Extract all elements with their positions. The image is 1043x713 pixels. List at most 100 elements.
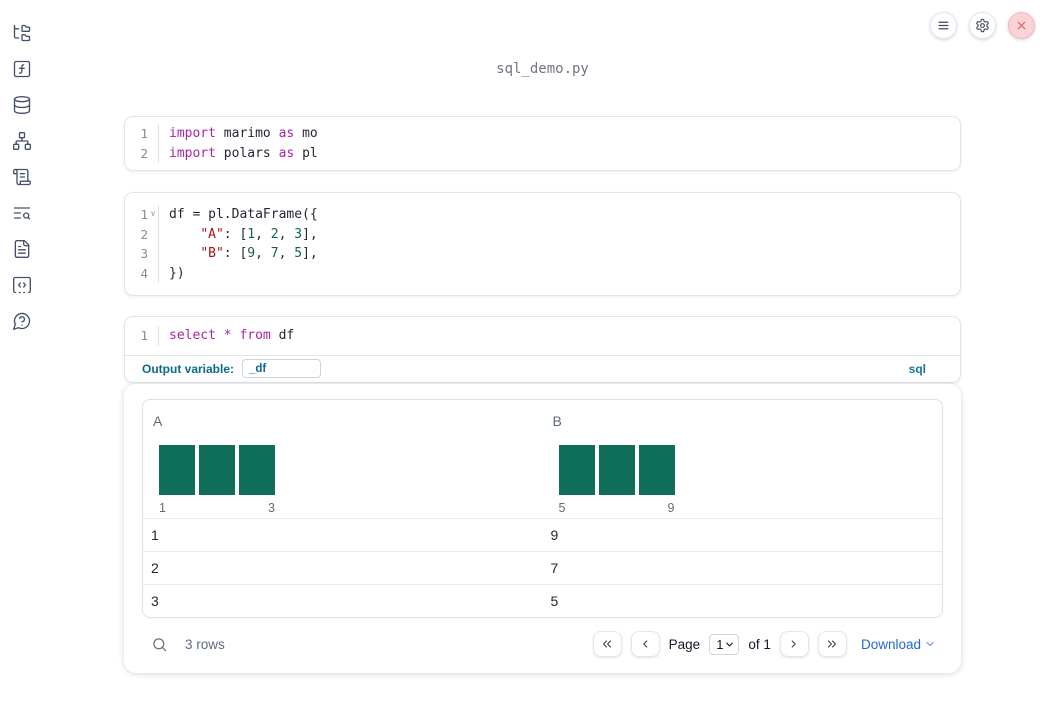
column-label[interactable]: A [153, 413, 543, 429]
notebook: sql_demo.py 1 import marimo as mo 2 import … [124, 0, 961, 673]
token-pl: , [278, 246, 295, 261]
code-line[interactable]: 4}) [125, 263, 960, 283]
table-cell[interactable]: 3 [143, 593, 543, 609]
histogram-tick: 1 [159, 500, 166, 515]
histogram-tick: 3 [268, 500, 275, 515]
code-text[interactable]: "B": [9, 7, 5], [158, 244, 960, 264]
logs-search-icon[interactable] [8, 199, 36, 227]
code-text[interactable]: "A": [1, 2, 3], [158, 224, 960, 244]
column-histogram[interactable]: 59 [558, 444, 675, 515]
documentation-icon[interactable] [8, 235, 36, 263]
first-page-button[interactable] [592, 631, 622, 657]
functions-icon[interactable] [8, 55, 36, 83]
table-column-header[interactable]: B 59 [543, 400, 943, 518]
chevron-down-icon [926, 641, 934, 647]
sql-cell-footer: Output variable: sql [125, 354, 960, 382]
search-icon[interactable] [150, 635, 168, 653]
token-pl: : [ [223, 246, 248, 261]
token-kw: * [223, 328, 232, 343]
chevron-down-icon [726, 642, 734, 646]
file-tree-icon[interactable] [8, 19, 36, 47]
gear-icon [975, 18, 990, 33]
table-row[interactable]: 35 [143, 583, 943, 617]
line-number: 4 [140, 265, 148, 281]
token-pl: }) [169, 265, 185, 281]
table-cell[interactable]: 5 [543, 593, 943, 609]
table-cell[interactable]: 1 [143, 527, 543, 543]
token-pl: , [278, 226, 295, 242]
code-line[interactable]: 3 "B": [9, 7, 5], [125, 244, 960, 264]
token-num: 1 [247, 226, 256, 242]
code-cell-dataframe[interactable]: 1 ∨ df = pl.DataFrame({ 2 "A": [1, 2, 3], 3 … [124, 192, 961, 296]
shutdown-button[interactable] [1008, 12, 1035, 39]
next-page-button[interactable] [779, 631, 809, 657]
last-page-button[interactable] [817, 631, 847, 657]
language-badge: sql [908, 361, 926, 376]
token-str: "A" [200, 226, 224, 242]
table-body: 192735 [143, 517, 943, 617]
token-kw: select [169, 328, 216, 343]
snippets-icon[interactable] [8, 271, 36, 299]
table-cell[interactable]: 9 [543, 527, 943, 543]
table-row[interactable]: 19 [143, 517, 943, 551]
fold-chevron-icon[interactable]: ∨ [148, 205, 158, 225]
token-num: 2 [270, 226, 279, 242]
histogram-bars [558, 444, 675, 495]
token-pl: df [270, 328, 295, 343]
histogram-bar [598, 444, 635, 495]
histogram-bar [638, 444, 675, 495]
code-line[interactable]: 2 import polars as pl [125, 143, 960, 164]
token-pl: df = pl.DataFrame({ [169, 207, 318, 222]
prev-page-button[interactable] [630, 631, 660, 657]
datasources-icon[interactable] [8, 91, 36, 119]
page-select-value: 1 [716, 636, 724, 652]
code-text[interactable]: }) [158, 263, 960, 283]
sql-cell[interactable]: 1 select * from df Output variable: sql [124, 316, 961, 383]
token-pl: pl [294, 145, 318, 161]
help-icon[interactable] [8, 307, 36, 335]
code-line[interactable]: 1 select * from df [125, 326, 960, 346]
token-pl: ], [302, 226, 318, 242]
line-number: 1 [140, 328, 148, 343]
dependency-graph-icon[interactable] [8, 127, 36, 155]
token-pl: , [255, 246, 271, 261]
download-button[interactable]: Download [861, 637, 936, 652]
pagination: Page 1 of 1 Download [592, 631, 936, 657]
code-text[interactable]: select * from df [158, 326, 960, 346]
output-variable-input[interactable] [242, 359, 322, 378]
code-line[interactable]: 2 "A": [1, 2, 3], [125, 224, 960, 244]
line-number: 2 [140, 145, 148, 161]
table-cell[interactable]: 2 [143, 560, 543, 576]
fold-gutter [148, 144, 158, 164]
column-histogram[interactable]: 13 [159, 444, 275, 515]
token-kw: from [239, 328, 271, 343]
code-text[interactable]: import marimo as mo [158, 124, 960, 144]
token-kw: as [278, 145, 295, 161]
scratchpad-icon[interactable] [8, 163, 36, 191]
line-number: 3 [140, 246, 148, 261]
histogram-bar [199, 444, 235, 495]
column-label[interactable]: B [553, 413, 943, 429]
download-label: Download [860, 636, 921, 652]
page-of-label: of 1 [748, 636, 771, 652]
table-row[interactable]: 27 [143, 550, 943, 584]
table-header: A13B59 [143, 400, 942, 518]
settings-button[interactable] [969, 12, 996, 39]
page-select[interactable]: 1 [709, 633, 740, 655]
code-text[interactable]: df = pl.DataFrame({ [158, 205, 960, 225]
sql-output: A13B59 192735 3 rows Page 1 of 1 Downloa… [124, 383, 961, 673]
token-num: 5 [294, 246, 303, 261]
table-cell[interactable]: 7 [543, 560, 943, 576]
table-footer: 3 rows Page 1 of 1 Download [142, 618, 943, 671]
token-kw: import [169, 126, 216, 141]
table-column-header[interactable]: A13 [143, 400, 543, 518]
code-line[interactable]: 1 ∨ df = pl.DataFrame({ [125, 205, 960, 225]
token-num: 3 [294, 226, 303, 242]
code-line[interactable]: 1 import marimo as mo [125, 124, 960, 144]
notebook-title[interactable]: sql_demo.py [124, 61, 961, 77]
code-text[interactable]: import polars as pl [158, 143, 960, 163]
code-cell-imports[interactable]: 1 import marimo as mo 2 import polars as pl [124, 116, 961, 171]
page-label: Page [668, 636, 701, 652]
